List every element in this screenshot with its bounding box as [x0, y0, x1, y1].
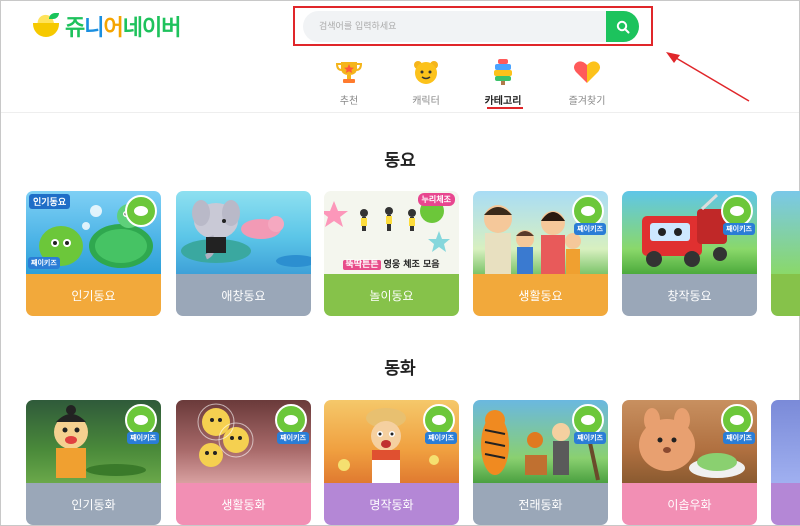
card-play-songs[interactable]: 누리체조 뚝딱튼튼 영웅 체조 모음 놀이동요 — [324, 191, 459, 316]
card-thumbnail: 째이키즈 — [622, 400, 757, 483]
category-tag: 인기동요 — [29, 194, 71, 209]
badge-text: 째이키즈 — [277, 432, 309, 444]
card-favorite-songs[interactable]: 애창동요 — [176, 191, 311, 316]
nav-item-character[interactable]: 캐릭터 — [396, 59, 456, 111]
card-thumbnail: 째이키즈 — [473, 191, 608, 274]
card-thumbnail: 째이키즈 — [324, 400, 459, 483]
nav-item-favorites[interactable]: 즐겨찾기 — [557, 59, 617, 111]
badge-text: 째이키즈 — [574, 432, 606, 444]
card-thumbnail: 째이키즈 — [473, 400, 608, 483]
card-classic-stories[interactable]: 째이키즈 명작동화 — [324, 400, 459, 525]
card-partial-next[interactable] — [771, 191, 800, 316]
banner-text: 영웅 체조 모음 — [383, 260, 440, 270]
nav-label: 즐겨찾기 — [568, 96, 606, 107]
badge-text: 째이키즈 — [127, 432, 159, 444]
card-label: 생활동요 — [473, 274, 608, 316]
nav-label: 추천 — [339, 96, 359, 107]
songs-row: 인기동요 째이키즈 인기동요 애창동요 누리체조 뚝딱튼튼 영웅 체조 모음 놀… — [26, 191, 800, 316]
nav-label: 캐릭터 — [412, 96, 440, 107]
badge-text: 째이키즈 — [28, 257, 60, 269]
card-thumbnail: 째이키즈 — [622, 191, 757, 274]
search-button[interactable] — [606, 11, 639, 42]
section-title-stories: 동화 — [384, 359, 416, 379]
header: 쥬니어네이버 검색어를 입력하세요 추천 캐릭터 카테고리 즐겨찾기 — [1, 1, 799, 113]
junior-naver-logo[interactable]: 쥬니어네이버 — [31, 11, 181, 41]
card-label: 인기동요 — [26, 274, 161, 316]
card-label: 인기동화 — [26, 483, 161, 525]
badge-text: 째이키즈 — [723, 432, 755, 444]
nav-label: 카테고리 — [484, 96, 522, 107]
card-popular-songs[interactable]: 인기동요 째이키즈 인기동요 — [26, 191, 161, 316]
nav-item-recommend[interactable]: 추천 — [319, 59, 379, 111]
search-input[interactable] — [303, 11, 603, 42]
search-bar — [303, 11, 639, 42]
category-nav: 추천 캐릭터 카테고리 즐겨찾기 — [319, 59, 619, 111]
section-title-songs: 동요 — [384, 151, 416, 171]
card-life-songs[interactable]: 째이키즈 생활동요 — [473, 191, 608, 316]
card-original-songs[interactable]: 째이키즈 창작동요 — [622, 191, 757, 316]
badge-text: 째이키즈 — [574, 223, 606, 235]
card-label: 창작동요 — [622, 274, 757, 316]
trophy-icon — [334, 59, 364, 85]
heart-icon — [572, 59, 602, 85]
card-aesop-fables[interactable]: 째이키즈 이솝우화 — [622, 400, 757, 525]
search-icon — [616, 20, 629, 33]
card-label: 놀이동요 — [324, 274, 459, 316]
card-partial-next[interactable] — [771, 400, 800, 525]
card-thumbnail — [771, 191, 800, 274]
kids-badge-icon — [125, 195, 157, 227]
banner-highlight: 뚝딱튼튼 — [343, 260, 381, 270]
card-thumbnail: 째이키즈 — [26, 400, 161, 483]
thumbnail-banner: 뚝딱튼튼 영웅 체조 모음 — [324, 257, 459, 270]
card-thumbnail: 째이키즈 — [176, 400, 311, 483]
badge-text: 째이키즈 — [425, 432, 457, 444]
card-label: 애창동요 — [176, 274, 311, 316]
card-thumbnail — [176, 191, 311, 274]
character-face-icon — [411, 59, 441, 85]
category-stack-icon — [488, 59, 518, 85]
active-tab-underline — [487, 107, 523, 109]
annotation-arrow-icon — [666, 52, 750, 102]
card-life-stories[interactable]: 째이키즈 생활동화 — [176, 400, 311, 525]
card-thumbnail: 인기동요 째이키즈 — [26, 191, 161, 274]
card-thumbnail: 누리체조 뚝딱튼튼 영웅 체조 모음 — [324, 191, 459, 274]
nav-item-category[interactable]: 카테고리 — [473, 59, 533, 111]
stories-row: 째이키즈 인기동화 째이키즈 생활동화 째이키즈 명작동화 째이키즈 전래동화 … — [26, 400, 800, 525]
category-tag: 누리체조 — [417, 193, 455, 206]
card-traditional-stories[interactable]: 째이키즈 전래동화 — [473, 400, 608, 525]
card-thumbnail — [771, 400, 800, 483]
badge-text: 째이키즈 — [723, 223, 755, 235]
card-label: 명작동화 — [324, 483, 459, 525]
card-label-partial — [771, 274, 800, 316]
logo-text: 쥬니어네이버 — [65, 16, 181, 41]
card-label: 이솝우화 — [622, 483, 757, 525]
card-label-partial — [771, 483, 800, 525]
card-label: 전래동화 — [473, 483, 608, 525]
logo-mark-icon — [31, 12, 61, 39]
card-popular-stories[interactable]: 째이키즈 인기동화 — [26, 400, 161, 525]
card-label: 생활동화 — [176, 483, 311, 525]
